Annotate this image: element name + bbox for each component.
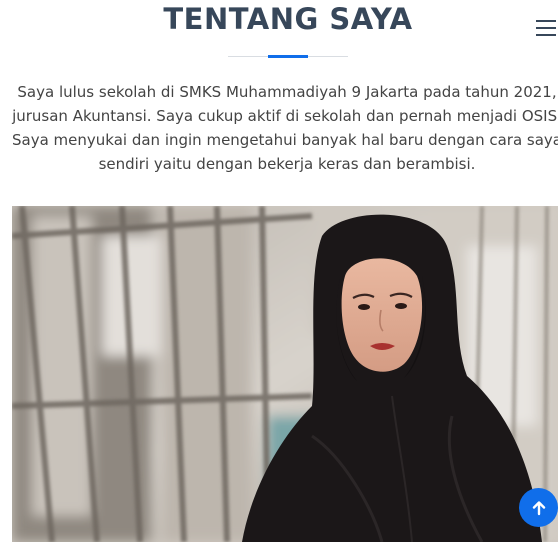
about-paragraph: Saya lulus sekolah di SMKS Muhammadiyah … bbox=[12, 83, 558, 173]
section-title: TENTANG SAYA bbox=[163, 2, 413, 36]
menu-bar bbox=[536, 27, 556, 29]
menu-bar bbox=[536, 20, 556, 22]
menu-bar bbox=[536, 34, 556, 36]
back-to-top-button[interactable] bbox=[519, 488, 558, 527]
title-divider-accent bbox=[268, 55, 308, 58]
hamburger-menu-icon[interactable] bbox=[536, 19, 556, 37]
arrow-up-icon bbox=[532, 500, 545, 515]
about-section: TENTANG SAYA Saya lulus sekolah di SMKS … bbox=[0, 0, 558, 542]
profile-photo bbox=[12, 206, 558, 542]
